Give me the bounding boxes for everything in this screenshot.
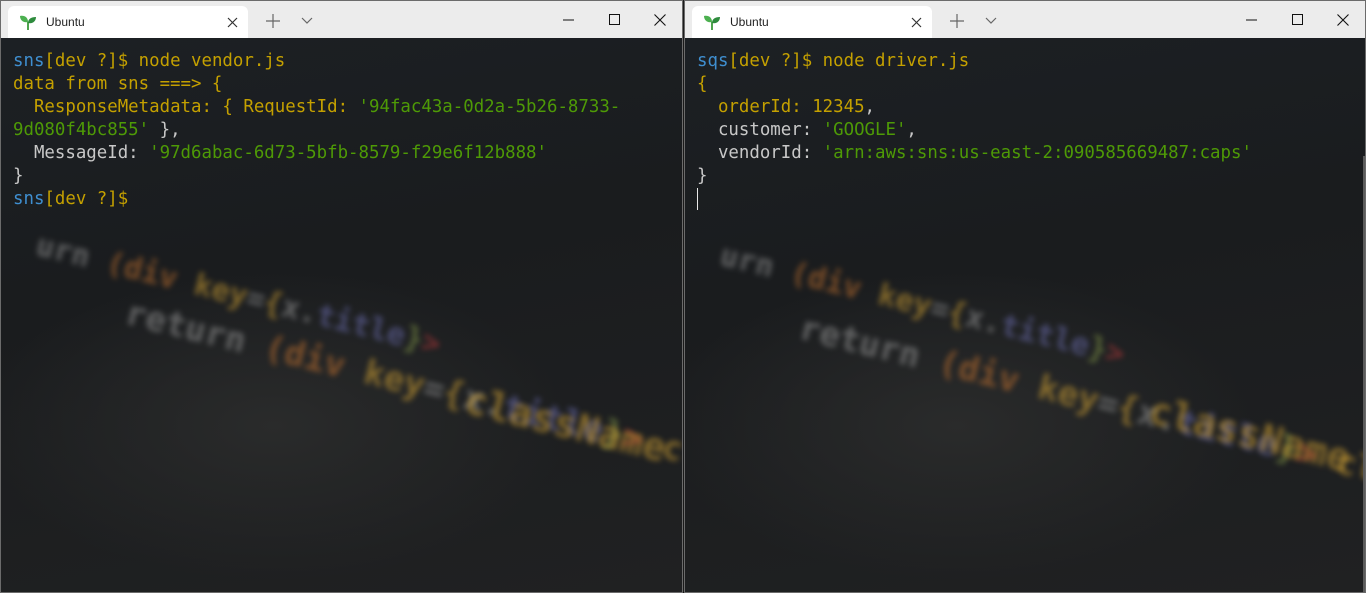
request-id-value-cont: 9d080f4bc855' <box>13 120 150 140</box>
window-close-icon[interactable] <box>1320 1 1365 38</box>
maximize-icon[interactable] <box>1274 1 1320 38</box>
output-close-brace: } <box>13 166 24 186</box>
prompt-host: sns <box>13 51 45 71</box>
prompt-branch: [dev ?]$ <box>728 51 813 71</box>
vendor-id-key: vendorId: <box>717 143 823 163</box>
terminal-output: sqs[dev ?]$ node driver.js { orderId: 12… <box>697 50 1357 211</box>
prompt-command: node driver.js <box>812 51 970 71</box>
maximize-icon[interactable] <box>591 1 637 38</box>
prompt-host: sqs <box>697 51 729 71</box>
prompt-branch: [dev ?]$ <box>44 51 129 71</box>
sprout-icon <box>20 15 36 30</box>
terminal-window-left: Ubuntu urn (div key={x.title}> return (d… <box>0 0 683 593</box>
message-id-value: '97d6abac-6d73-5bfb-8579-f29e6f12b888' <box>149 143 547 163</box>
output-open-brace: { <box>697 74 708 94</box>
chevron-down-icon[interactable] <box>299 13 315 29</box>
close-icon[interactable] <box>224 14 240 30</box>
terminal-output: sns[dev ?]$ node vendor.js data from sns… <box>13 50 674 211</box>
plus-icon[interactable] <box>948 12 966 30</box>
prompt-host: sns <box>13 189 45 209</box>
tab-ubuntu[interactable]: Ubuntu <box>8 6 248 38</box>
scrollbar[interactable] <box>1363 156 1365 592</box>
chevron-down-icon[interactable] <box>983 13 999 29</box>
text-cursor <box>697 188 698 210</box>
message-id-key: MessageId: <box>33 143 150 163</box>
window-close-icon[interactable] <box>637 1 682 38</box>
title-bar: Ubuntu <box>685 1 1365 38</box>
request-id-value: '94fac43a-0d2a-5b26-8733- <box>358 97 621 117</box>
title-bar: Ubuntu <box>1 1 682 38</box>
customer-value: 'GOOGLE' <box>822 120 907 140</box>
terminal-area[interactable]: urn (div key={x.title}> return (div key=… <box>685 38 1365 592</box>
tab-title: Ubuntu <box>46 15 85 29</box>
comma: , <box>906 120 917 140</box>
terminal-area[interactable]: urn (div key={x.title}> return (div key=… <box>1 38 682 592</box>
tab-ubuntu[interactable]: Ubuntu <box>692 6 932 38</box>
minimize-icon[interactable] <box>545 1 591 38</box>
sprout-icon <box>704 15 720 30</box>
terminal-window-right: Ubuntu urn (div key={x.title}> return (d… <box>684 0 1366 593</box>
close-icon[interactable] <box>908 14 924 30</box>
response-metadata-key: ResponseMetadata: { RequestId: <box>33 97 359 117</box>
output-line: data from sns ===> { <box>13 74 223 94</box>
prompt-branch: [dev ?]$ <box>44 189 129 209</box>
order-id-key: orderId: <box>717 97 813 117</box>
tab-title: Ubuntu <box>730 15 769 29</box>
customer-key: customer: <box>717 120 823 140</box>
plus-icon[interactable] <box>264 12 282 30</box>
output-close-brace: } <box>697 166 708 186</box>
order-id-value: 12345 <box>812 97 865 117</box>
prompt-command: node vendor.js <box>128 51 286 71</box>
response-metadata-close: }, <box>149 120 181 140</box>
comma: , <box>864 97 876 117</box>
minimize-icon[interactable] <box>1228 1 1274 38</box>
vendor-id-value: 'arn:aws:sns:us-east-2:090585669487:caps… <box>822 143 1252 163</box>
